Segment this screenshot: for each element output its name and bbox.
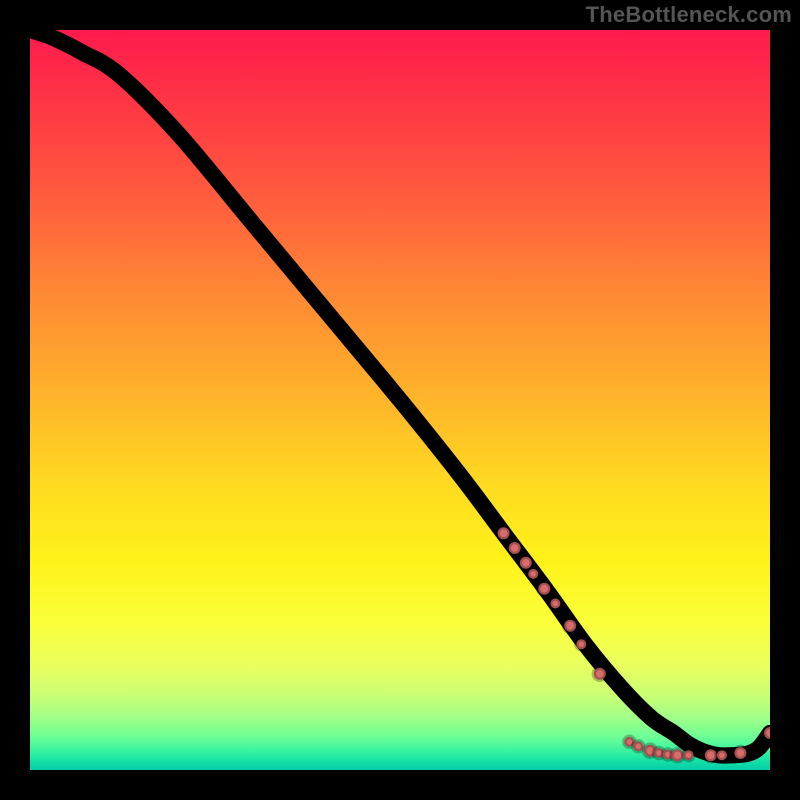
plot-area	[30, 30, 770, 770]
highlight-dot	[528, 569, 538, 579]
highlight-dot	[764, 727, 770, 739]
highlight-dot	[734, 747, 746, 759]
highlight-dot	[564, 620, 576, 632]
highlight-dots	[498, 527, 770, 761]
highlight-dot	[520, 557, 532, 569]
highlight-dot	[717, 750, 727, 760]
highlight-dot	[550, 599, 560, 609]
highlight-dot	[594, 668, 606, 680]
watermark-text: TheBottleneck.com	[586, 2, 792, 28]
highlight-dot	[538, 583, 550, 595]
highlight-dot	[498, 527, 510, 539]
bottleneck-curve	[30, 30, 770, 756]
curve-layer	[30, 30, 770, 770]
chart-frame: TheBottleneck.com	[0, 0, 800, 800]
highlight-dot	[509, 542, 521, 554]
highlight-dot	[684, 750, 694, 760]
highlight-dot	[576, 639, 586, 649]
highlight-dot	[633, 741, 643, 751]
